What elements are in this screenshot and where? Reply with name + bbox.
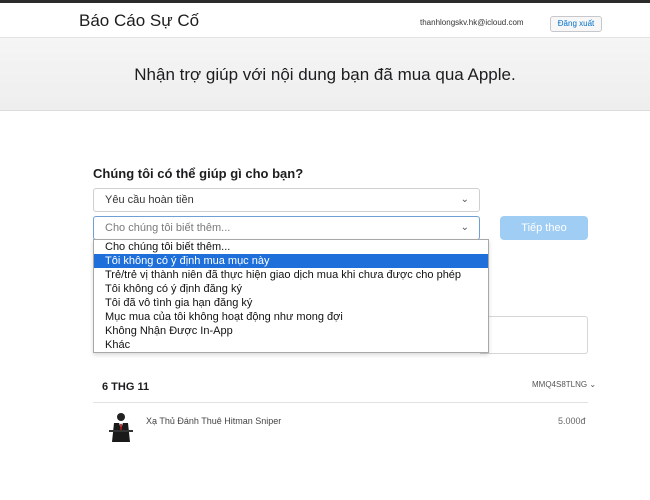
- reason-select[interactable]: Yêu cầu hoàn tiền ⌄: [93, 188, 480, 212]
- dropdown-option[interactable]: Khác: [94, 338, 488, 352]
- hitman-app-icon: [107, 411, 135, 443]
- divider: [93, 402, 588, 403]
- dropdown-option-highlighted[interactable]: Tôi không có ý định mua mục này: [94, 254, 488, 268]
- help-question: Chúng tôi có thể giúp gì cho bạn?: [93, 166, 304, 181]
- detail-dropdown-list: Cho chúng tôi biết thêm... Tôi không có …: [93, 239, 489, 353]
- dropdown-option[interactable]: Tôi không có ý định đăng ký: [94, 282, 488, 296]
- signout-button[interactable]: Đăng xuất: [550, 16, 602, 32]
- dropdown-option[interactable]: Không Nhận Được In-App: [94, 324, 488, 338]
- dropdown-option[interactable]: Tôi đã vô tình gia hạn đăng ký: [94, 296, 488, 310]
- dropdown-option[interactable]: Cho chúng tôi biết thêm...: [94, 240, 488, 254]
- chevron-down-icon: ⌄: [460, 194, 469, 205]
- dropdown-option[interactable]: Mục mua của tôi không hoạt động như mong…: [94, 310, 488, 324]
- next-button[interactable]: Tiếp theo: [500, 216, 588, 240]
- account-email: thanhlongskv.hk@icloud.com: [420, 18, 524, 27]
- chevron-down-icon: ⌄: [460, 222, 469, 233]
- dropdown-option[interactable]: Trẻ/trẻ vị thành niên đã thực hiện giao …: [94, 268, 488, 282]
- page-title: Báo Cáo Sự Cố: [79, 11, 200, 30]
- comment-textarea[interactable]: [480, 316, 588, 354]
- hero-text: Nhận trợ giúp với nội dung bạn đã mua qu…: [134, 65, 516, 84]
- detail-select-placeholder: Cho chúng tôi biết thêm...: [105, 222, 231, 234]
- order-id-toggle[interactable]: MMQ4S8TLNG ⌄: [532, 380, 596, 389]
- purchase-item-price: 5.000đ: [558, 416, 586, 426]
- reason-select-value: Yêu cầu hoàn tiền: [105, 194, 194, 206]
- purchase-date: 6 THG 11: [102, 381, 150, 393]
- purchase-item-name[interactable]: Xạ Thủ Đánh Thuê Hitman Sniper: [146, 416, 281, 426]
- header: Báo Cáo Sự Cố thanhlongskv.hk@icloud.com…: [0, 3, 650, 38]
- detail-select[interactable]: Cho chúng tôi biết thêm... ⌄: [93, 216, 480, 240]
- hero-banner: Nhận trợ giúp với nội dung bạn đã mua qu…: [0, 38, 650, 111]
